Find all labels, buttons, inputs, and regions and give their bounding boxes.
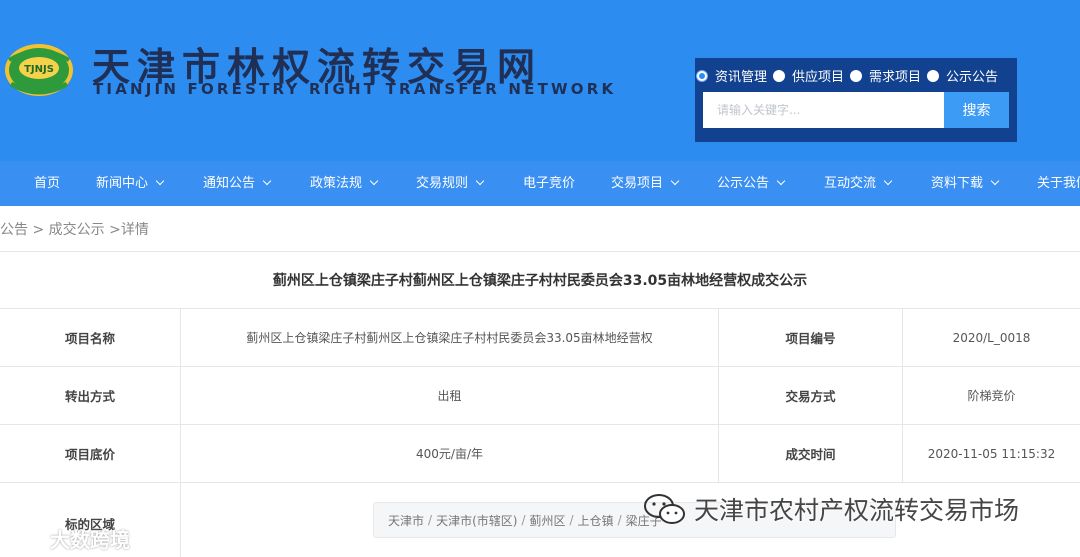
region-separator: / bbox=[569, 513, 574, 527]
nav-item-home[interactable]: 首页 bbox=[34, 161, 60, 206]
watermark-right-text: 天津市农村产权流转交易市场 bbox=[694, 496, 1020, 525]
region-separator: / bbox=[521, 513, 526, 527]
radio-option-announcement[interactable]: 公示公告 bbox=[927, 66, 998, 85]
search-type-radio-group: 资讯管理 供应项目 需求项目 公示公告 bbox=[696, 66, 1004, 85]
value-project-code: 2020/L_0018 bbox=[903, 309, 1080, 367]
region-separator: / bbox=[617, 513, 622, 527]
chevron-down-icon bbox=[475, 176, 485, 186]
wechat-icon bbox=[644, 494, 685, 524]
region-separator: / bbox=[428, 513, 433, 527]
nav-item-news[interactable]: 新闻中心 bbox=[96, 161, 165, 206]
nav-item-about[interactable]: 关于我们 bbox=[1037, 161, 1080, 206]
search-input[interactable] bbox=[703, 92, 944, 128]
chevron-down-icon bbox=[883, 176, 893, 186]
radio-label: 资讯管理 bbox=[715, 70, 768, 85]
value-trade-method: 阶梯竞价 bbox=[903, 367, 1080, 425]
nav-label: 政策法规 bbox=[310, 176, 363, 191]
value-project-name: 蓟州区上仓镇梁庄子村蓟州区上仓镇梁庄子村村民委员会33.05亩林地经营权 bbox=[181, 309, 719, 367]
region-item: 上仓镇 bbox=[577, 513, 614, 528]
main-nav: 首页 新闻中心 通知公告 政策法规 交易规则 电子竞价 交易项目 公示公告 互动… bbox=[0, 161, 1080, 206]
watermark-left: 大数跨境 bbox=[4, 524, 130, 553]
radio-option-demand[interactable]: 需求项目 bbox=[850, 66, 921, 85]
site-header: TJNJS 天津市林权流转交易网 TIANJIN FORESTRY RIGHT … bbox=[0, 0, 1080, 161]
watermark-left-text: 大数跨境 bbox=[50, 528, 130, 552]
chevron-down-icon bbox=[990, 176, 1000, 186]
label-deal-time: 成交时间 bbox=[719, 425, 903, 483]
radio-unchecked-icon[interactable] bbox=[773, 69, 786, 82]
breadcrumb-item[interactable]: 成交公示 bbox=[49, 222, 105, 238]
nav-item-trade-rules[interactable]: 交易规则 bbox=[416, 161, 485, 206]
chevron-down-icon bbox=[776, 176, 786, 186]
nav-item-notices[interactable]: 通知公告 bbox=[203, 161, 272, 206]
chevron-down-icon bbox=[670, 176, 680, 186]
radio-label: 供应项目 bbox=[792, 70, 845, 85]
radio-option-supply[interactable]: 供应项目 bbox=[773, 66, 844, 85]
nav-label: 互动交流 bbox=[824, 176, 877, 191]
value-transfer-method: 出租 bbox=[181, 367, 719, 425]
radio-unchecked-icon[interactable] bbox=[850, 69, 863, 82]
watermark-right: 天津市农村产权流转交易市场 bbox=[642, 491, 1019, 527]
nav-label: 公示公告 bbox=[717, 176, 770, 191]
label-transfer-method: 转出方式 bbox=[0, 367, 181, 425]
region-item: 蓟州区 bbox=[529, 513, 566, 528]
logo-text: TJNJS bbox=[24, 64, 54, 75]
nav-item-downloads[interactable]: 资料下载 bbox=[931, 161, 1000, 206]
radio-option-news[interactable]: 资讯管理 bbox=[696, 66, 767, 85]
nav-item-trade-projects[interactable]: 交易项目 bbox=[611, 161, 680, 206]
nav-label: 新闻中心 bbox=[96, 176, 149, 191]
label-trade-method: 交易方式 bbox=[719, 367, 903, 425]
detail-title: 蓟州区上仓镇梁庄子村蓟州区上仓镇梁庄子村村民委员会33.05亩林地经营权成交公示 bbox=[0, 251, 1080, 309]
breadcrumb-item-current: 详情 bbox=[120, 222, 149, 238]
label-base-price: 项目底价 bbox=[0, 425, 181, 483]
nav-label: 资料下载 bbox=[931, 176, 984, 191]
nav-item-policies[interactable]: 政策法规 bbox=[310, 161, 379, 206]
radio-unchecked-icon[interactable] bbox=[927, 69, 940, 82]
nav-label: 交易规则 bbox=[416, 176, 469, 191]
chevron-down-icon bbox=[369, 176, 379, 186]
nav-item-announcements[interactable]: 公示公告 bbox=[717, 161, 786, 206]
chevron-down-icon bbox=[262, 176, 272, 186]
nav-label: 交易项目 bbox=[611, 176, 664, 191]
breadcrumb: 公告 > 成交公示 >详情 bbox=[0, 222, 149, 238]
nav-label: 电子竞价 bbox=[523, 176, 576, 191]
value-base-price: 400元/亩/年 bbox=[181, 425, 719, 483]
radio-label: 公示公告 bbox=[946, 70, 999, 85]
nav-label: 首页 bbox=[34, 176, 61, 191]
nav-item-e-bidding[interactable]: 电子竞价 bbox=[523, 161, 575, 206]
label-project-code: 项目编号 bbox=[719, 309, 903, 367]
nav-label: 通知公告 bbox=[203, 176, 256, 191]
nav-label: 关于我们 bbox=[1037, 176, 1080, 191]
region-item: 天津市 bbox=[388, 513, 425, 528]
site-logo-icon[interactable]: TJNJS bbox=[3, 40, 75, 100]
site-subtitle: TIANJIN FORESTRY RIGHT TRANSFER NETWORK bbox=[93, 80, 617, 98]
region-item: 天津市(市辖区) bbox=[436, 513, 518, 528]
radio-checked-icon[interactable] bbox=[696, 69, 708, 82]
search-panel: 资讯管理 供应项目 需求项目 公示公告 搜索 bbox=[695, 58, 1017, 142]
nav-item-interaction[interactable]: 互动交流 bbox=[824, 161, 893, 206]
radio-label: 需求项目 bbox=[869, 70, 922, 85]
label-project-name: 项目名称 bbox=[0, 309, 181, 367]
breadcrumb-item[interactable]: 公告 bbox=[0, 222, 28, 238]
value-deal-time: 2020-11-05 11:15:32 bbox=[903, 425, 1080, 483]
weibo-icon bbox=[5, 531, 46, 550]
search-button[interactable]: 搜索 bbox=[944, 92, 1009, 128]
chevron-down-icon bbox=[155, 176, 165, 186]
